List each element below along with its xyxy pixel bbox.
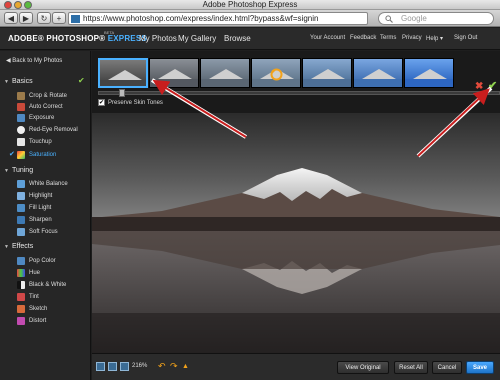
- arrow-to-apply: [417, 88, 490, 157]
- arrow-to-thumbnail: [152, 79, 247, 138]
- annotation-arrows: [150, 78, 493, 158]
